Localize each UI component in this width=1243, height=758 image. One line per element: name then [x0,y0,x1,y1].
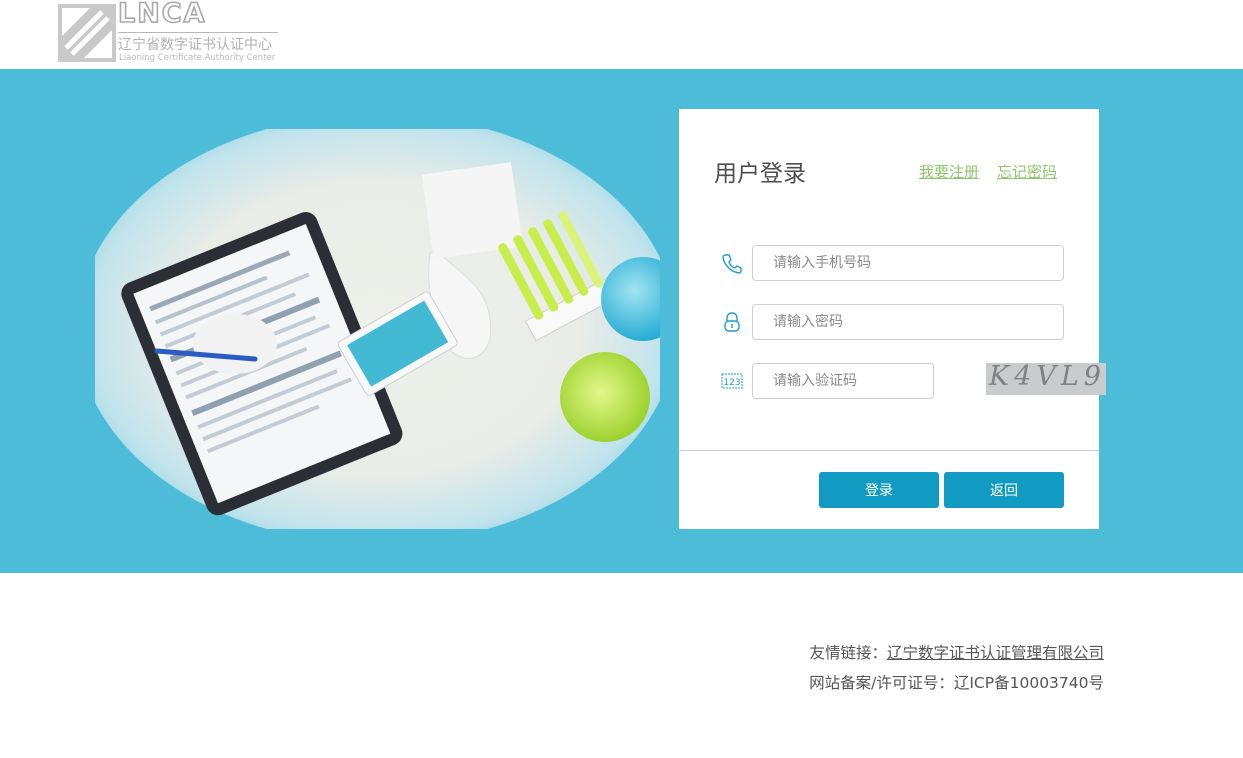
captcha-text: K4VL9 [989,363,1106,392]
login-card: 用户登录 我要注册忘记密码 123 K4VL9 [679,109,1106,529]
icp-record: 网站备案/许可证号：辽ICP备10003740号 [809,674,1104,692]
captcha-image[interactable]: K4VL9 [986,363,1106,395]
lock-icon [724,312,740,332]
register-link[interactable]: 我要注册 [919,163,979,181]
svg-text:123: 123 [723,378,740,388]
login-title: 用户登录 [714,161,806,187]
captcha-input[interactable] [752,363,934,399]
forgot-password-link[interactable]: 忘记密码 [997,163,1057,181]
phone-input[interactable] [752,245,1064,281]
lnca-logo[interactable]: LNCA 辽宁省数字证书认证中心 Liaoning Certificate Au… [58,0,280,64]
logo-mark-icon [58,4,116,62]
lab-hero-image [95,129,660,529]
phone-icon [722,254,742,274]
login-button[interactable]: 登录 [819,472,939,508]
friend-link-company[interactable]: 辽宁数字证书认证管理有限公司 [887,644,1104,662]
friend-links: 友情链接：辽宁数字证书认证管理有限公司 [809,638,1104,668]
password-row [721,304,1066,340]
logo-english-name: Liaoning Certificate Authority Center [119,53,276,63]
hero-banner: 用户登录 我要注册忘记密码 123 K4VL9 [0,69,1243,573]
logo-chinese-name: 辽宁省数字证书认证中心 [118,37,272,53]
logo-letters: LNCA [117,0,207,30]
friend-links-label: 友情链接： [809,644,887,662]
phone-row [721,245,1066,281]
card-divider [679,450,1099,451]
captcha-123-icon: 123 [721,373,743,389]
captcha-row: 123 K4VL9 [721,363,1106,399]
back-button[interactable]: 返回 [944,472,1064,508]
site-header: LNCA 辽宁省数字证书认证中心 Liaoning Certificate Au… [0,0,1243,69]
login-links: 我要注册 忘记密码 [901,161,1057,182]
site-footer: 友情链接：辽宁数字证书认证管理有限公司 网站备案/许可证号：辽ICP备10003… [809,638,1104,698]
password-input[interactable] [752,304,1064,340]
logo-divider [118,32,278,33]
